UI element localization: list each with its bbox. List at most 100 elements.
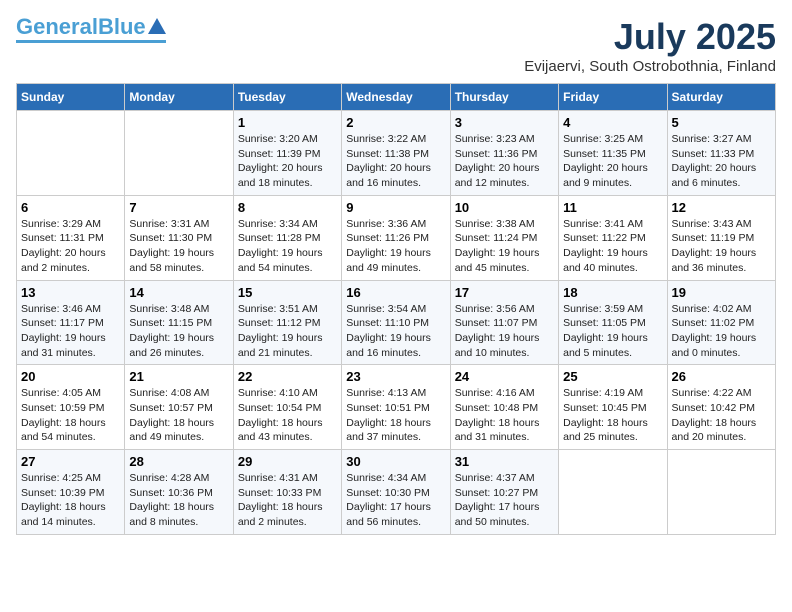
week-row-3: 13Sunrise: 3:46 AMSunset: 11:17 PMDaylig… <box>17 280 776 365</box>
calendar-cell: 4 Sunrise: 3:25 AMSunset: 11:35 PMDayligh… <box>559 111 667 196</box>
calendar-cell: 19Sunrise: 4:02 AMSunset: 11:02 PMDaylig… <box>667 280 775 365</box>
day-info: Sunrise: 3:59 AMSunset: 11:05 PMDaylight… <box>563 302 662 361</box>
day-number: 28 <box>129 454 228 469</box>
calendar-cell: 1 Sunrise: 3:20 AMSunset: 11:39 PMDayligh… <box>233 111 341 196</box>
calendar-cell: 9 Sunrise: 3:36 AMSunset: 11:26 PMDayligh… <box>342 195 450 280</box>
weekday-header-row: SundayMondayTuesdayWednesdayThursdayFrid… <box>17 84 776 111</box>
day-info: Sunrise: 4:31 AMSunset: 10:33 PMDaylight… <box>238 471 337 530</box>
day-number: 20 <box>21 369 120 384</box>
month-title: July 2025 <box>524 16 776 58</box>
calendar-cell: 21 Sunrise: 4:08 AMSunset: 10:57 PMDaylig… <box>125 365 233 450</box>
weekday-header-friday: Friday <box>559 84 667 111</box>
day-info: Sunrise: 3:25 AMSunset: 11:35 PMDaylight… <box>563 132 662 191</box>
day-number: 23 <box>346 369 445 384</box>
day-info: Sunrise: 3:20 AMSunset: 11:39 PMDaylight… <box>238 132 337 191</box>
day-number: 4 <box>563 115 662 130</box>
day-info: Sunrise: 3:23 AMSunset: 11:36 PMDaylight… <box>455 132 554 191</box>
calendar-cell: 20 Sunrise: 4:05 AMSunset: 10:59 PMDaylig… <box>17 365 125 450</box>
day-info: Sunrise: 3:48 AMSunset: 11:15 PMDaylight… <box>129 302 228 361</box>
day-number: 22 <box>238 369 337 384</box>
weekday-header-tuesday: Tuesday <box>233 84 341 111</box>
calendar-cell <box>17 111 125 196</box>
day-info: Sunrise: 3:43 AMSunset: 11:19 PMDaylight… <box>672 217 771 276</box>
day-number: 30 <box>346 454 445 469</box>
calendar-cell: 31 Sunrise: 4:37 AMSunset: 10:27 PMDaylig… <box>450 450 558 535</box>
calendar-cell: 15 Sunrise: 3:51 AMSunset: 11:12 PMDaylig… <box>233 280 341 365</box>
day-info: Sunrise: 3:27 AMSunset: 11:33 PMDaylight… <box>672 132 771 191</box>
calendar-cell: 27 Sunrise: 4:25 AMSunset: 10:39 PMDaylig… <box>17 450 125 535</box>
calendar-cell: 28 Sunrise: 4:28 AMSunset: 10:36 PMDaylig… <box>125 450 233 535</box>
logo-text: GeneralBlue <box>16 16 146 38</box>
day-number: 10 <box>455 200 554 215</box>
day-number: 3 <box>455 115 554 130</box>
day-info: Sunrise: 3:41 AMSunset: 11:22 PMDaylight… <box>563 217 662 276</box>
calendar-cell: 14 Sunrise: 3:48 AMSunset: 11:15 PMDaylig… <box>125 280 233 365</box>
day-info: Sunrise: 3:46 AMSunset: 11:17 PMDaylight… <box>21 302 120 361</box>
location-title: Evijaervi, South Ostrobothnia, Finland <box>524 58 776 75</box>
day-number: 31 <box>455 454 554 469</box>
day-number: 26 <box>672 369 771 384</box>
logo-icon <box>148 18 166 34</box>
day-info: Sunrise: 4:37 AMSunset: 10:27 PMDaylight… <box>455 471 554 530</box>
day-number: 29 <box>238 454 337 469</box>
day-number: 8 <box>238 200 337 215</box>
calendar-cell: 30Sunrise: 4:34 AMSunset: 10:30 PMDaylig… <box>342 450 450 535</box>
day-number: 27 <box>21 454 120 469</box>
calendar-cell: 8 Sunrise: 3:34 AMSunset: 11:28 PMDayligh… <box>233 195 341 280</box>
week-row-4: 20 Sunrise: 4:05 AMSunset: 10:59 PMDaylig… <box>17 365 776 450</box>
day-info: Sunrise: 3:51 AMSunset: 11:12 PMDaylight… <box>238 302 337 361</box>
calendar-cell: 5Sunrise: 3:27 AMSunset: 11:33 PMDayligh… <box>667 111 775 196</box>
calendar-cell <box>559 450 667 535</box>
day-info: Sunrise: 4:16 AMSunset: 10:48 PMDaylight… <box>455 386 554 445</box>
day-info: Sunrise: 4:08 AMSunset: 10:57 PMDaylight… <box>129 386 228 445</box>
calendar-cell: 10 Sunrise: 3:38 AMSunset: 11:24 PMDaylig… <box>450 195 558 280</box>
calendar-cell: 7 Sunrise: 3:31 AMSunset: 11:30 PMDayligh… <box>125 195 233 280</box>
week-row-1: 1 Sunrise: 3:20 AMSunset: 11:39 PMDayligh… <box>17 111 776 196</box>
calendar-cell: 26 Sunrise: 4:22 AMSunset: 10:42 PMDaylig… <box>667 365 775 450</box>
page-header: GeneralBlue July 2025 Evijaervi, South O… <box>16 16 776 75</box>
day-info: Sunrise: 3:36 AMSunset: 11:26 PMDaylight… <box>346 217 445 276</box>
week-row-5: 27 Sunrise: 4:25 AMSunset: 10:39 PMDaylig… <box>17 450 776 535</box>
day-number: 7 <box>129 200 228 215</box>
calendar-table: SundayMondayTuesdayWednesdayThursdayFrid… <box>16 83 776 535</box>
weekday-header-monday: Monday <box>125 84 233 111</box>
day-number: 11 <box>563 200 662 215</box>
logo-blue-bar <box>16 40 166 43</box>
calendar-cell: 29 Sunrise: 4:31 AMSunset: 10:33 PMDaylig… <box>233 450 341 535</box>
day-info: Sunrise: 4:05 AMSunset: 10:59 PMDaylight… <box>21 386 120 445</box>
calendar-cell: 16Sunrise: 3:54 AMSunset: 11:10 PMDaylig… <box>342 280 450 365</box>
day-info: Sunrise: 4:10 AMSunset: 10:54 PMDaylight… <box>238 386 337 445</box>
day-info: Sunrise: 4:25 AMSunset: 10:39 PMDaylight… <box>21 471 120 530</box>
day-info: Sunrise: 3:22 AMSunset: 11:38 PMDaylight… <box>346 132 445 191</box>
day-info: Sunrise: 3:56 AMSunset: 11:07 PMDaylight… <box>455 302 554 361</box>
day-info: Sunrise: 4:22 AMSunset: 10:42 PMDaylight… <box>672 386 771 445</box>
day-info: Sunrise: 4:19 AMSunset: 10:45 PMDaylight… <box>563 386 662 445</box>
calendar-cell: 6Sunrise: 3:29 AMSunset: 11:31 PMDayligh… <box>17 195 125 280</box>
day-number: 25 <box>563 369 662 384</box>
calendar-cell: 22 Sunrise: 4:10 AMSunset: 10:54 PMDaylig… <box>233 365 341 450</box>
logo: GeneralBlue <box>16 16 166 43</box>
day-number: 14 <box>129 285 228 300</box>
calendar-cell: 25 Sunrise: 4:19 AMSunset: 10:45 PMDaylig… <box>559 365 667 450</box>
day-info: Sunrise: 3:38 AMSunset: 11:24 PMDaylight… <box>455 217 554 276</box>
calendar-cell <box>125 111 233 196</box>
day-info: Sunrise: 3:34 AMSunset: 11:28 PMDaylight… <box>238 217 337 276</box>
day-number: 9 <box>346 200 445 215</box>
day-number: 1 <box>238 115 337 130</box>
weekday-header-sunday: Sunday <box>17 84 125 111</box>
day-number: 15 <box>238 285 337 300</box>
calendar-cell: 24Sunrise: 4:16 AMSunset: 10:48 PMDaylig… <box>450 365 558 450</box>
calendar-cell: 11 Sunrise: 3:41 AMSunset: 11:22 PMDaylig… <box>559 195 667 280</box>
weekday-header-wednesday: Wednesday <box>342 84 450 111</box>
day-info: Sunrise: 4:28 AMSunset: 10:36 PMDaylight… <box>129 471 228 530</box>
day-number: 2 <box>346 115 445 130</box>
day-number: 21 <box>129 369 228 384</box>
calendar-cell: 3 Sunrise: 3:23 AMSunset: 11:36 PMDayligh… <box>450 111 558 196</box>
calendar-cell <box>667 450 775 535</box>
calendar-cell: 23Sunrise: 4:13 AMSunset: 10:51 PMDaylig… <box>342 365 450 450</box>
day-info: Sunrise: 3:31 AMSunset: 11:30 PMDaylight… <box>129 217 228 276</box>
calendar-cell: 2 Sunrise: 3:22 AMSunset: 11:38 PMDayligh… <box>342 111 450 196</box>
day-number: 18 <box>563 285 662 300</box>
weekday-header-thursday: Thursday <box>450 84 558 111</box>
calendar-cell: 17Sunrise: 3:56 AMSunset: 11:07 PMDaylig… <box>450 280 558 365</box>
